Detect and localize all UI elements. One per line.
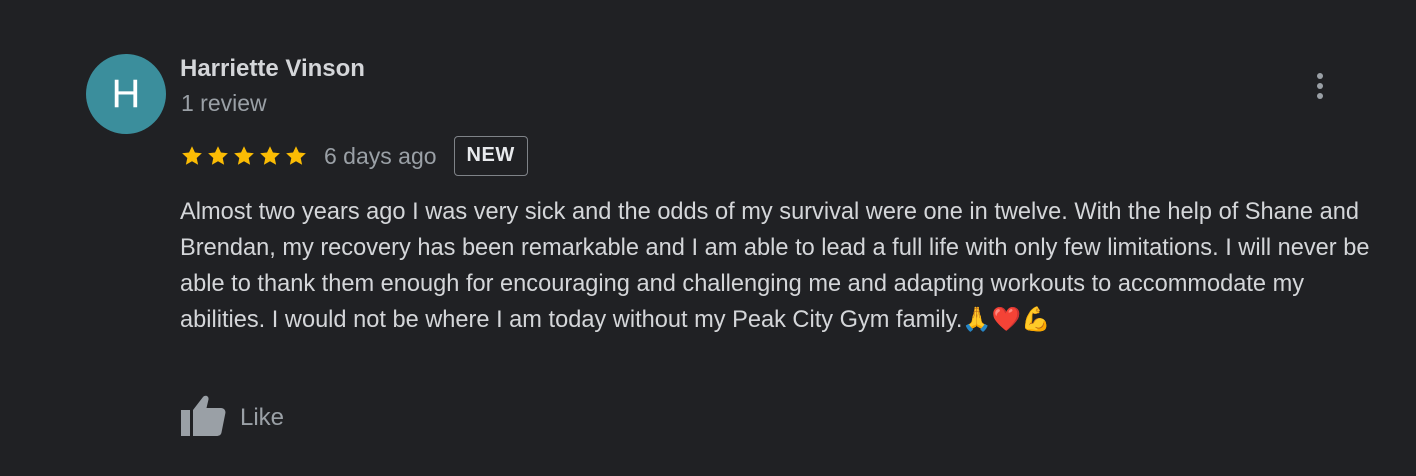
review-text: Almost two years ago I was very sick and… — [180, 199, 1370, 333]
star-icon — [258, 144, 282, 168]
star-icon — [232, 144, 256, 168]
more-vert-icon-dot — [1317, 83, 1323, 89]
more-options-button[interactable] — [1304, 68, 1336, 104]
rating-row: 6 days ago NEW — [180, 136, 528, 176]
review-date: 6 days ago — [324, 142, 437, 169]
new-badge: NEW — [453, 136, 528, 176]
more-vert-icon-dot — [1317, 93, 1323, 99]
avatar[interactable]: H — [86, 54, 166, 134]
star-icon — [284, 144, 308, 168]
reviewer-name[interactable]: Harriette Vinson — [180, 55, 365, 83]
star-rating — [180, 144, 308, 168]
star-icon — [206, 144, 230, 168]
more-vert-icon — [1317, 73, 1323, 79]
star-icon — [180, 144, 204, 168]
review-count[interactable]: 1 review — [181, 90, 267, 117]
like-button[interactable]: Like — [180, 395, 285, 442]
review-card: H Harriette Vinson 1 review 6 days ago N… — [0, 0, 1416, 476]
like-label: Like — [240, 404, 285, 431]
thumbs-up-icon — [180, 395, 226, 442]
